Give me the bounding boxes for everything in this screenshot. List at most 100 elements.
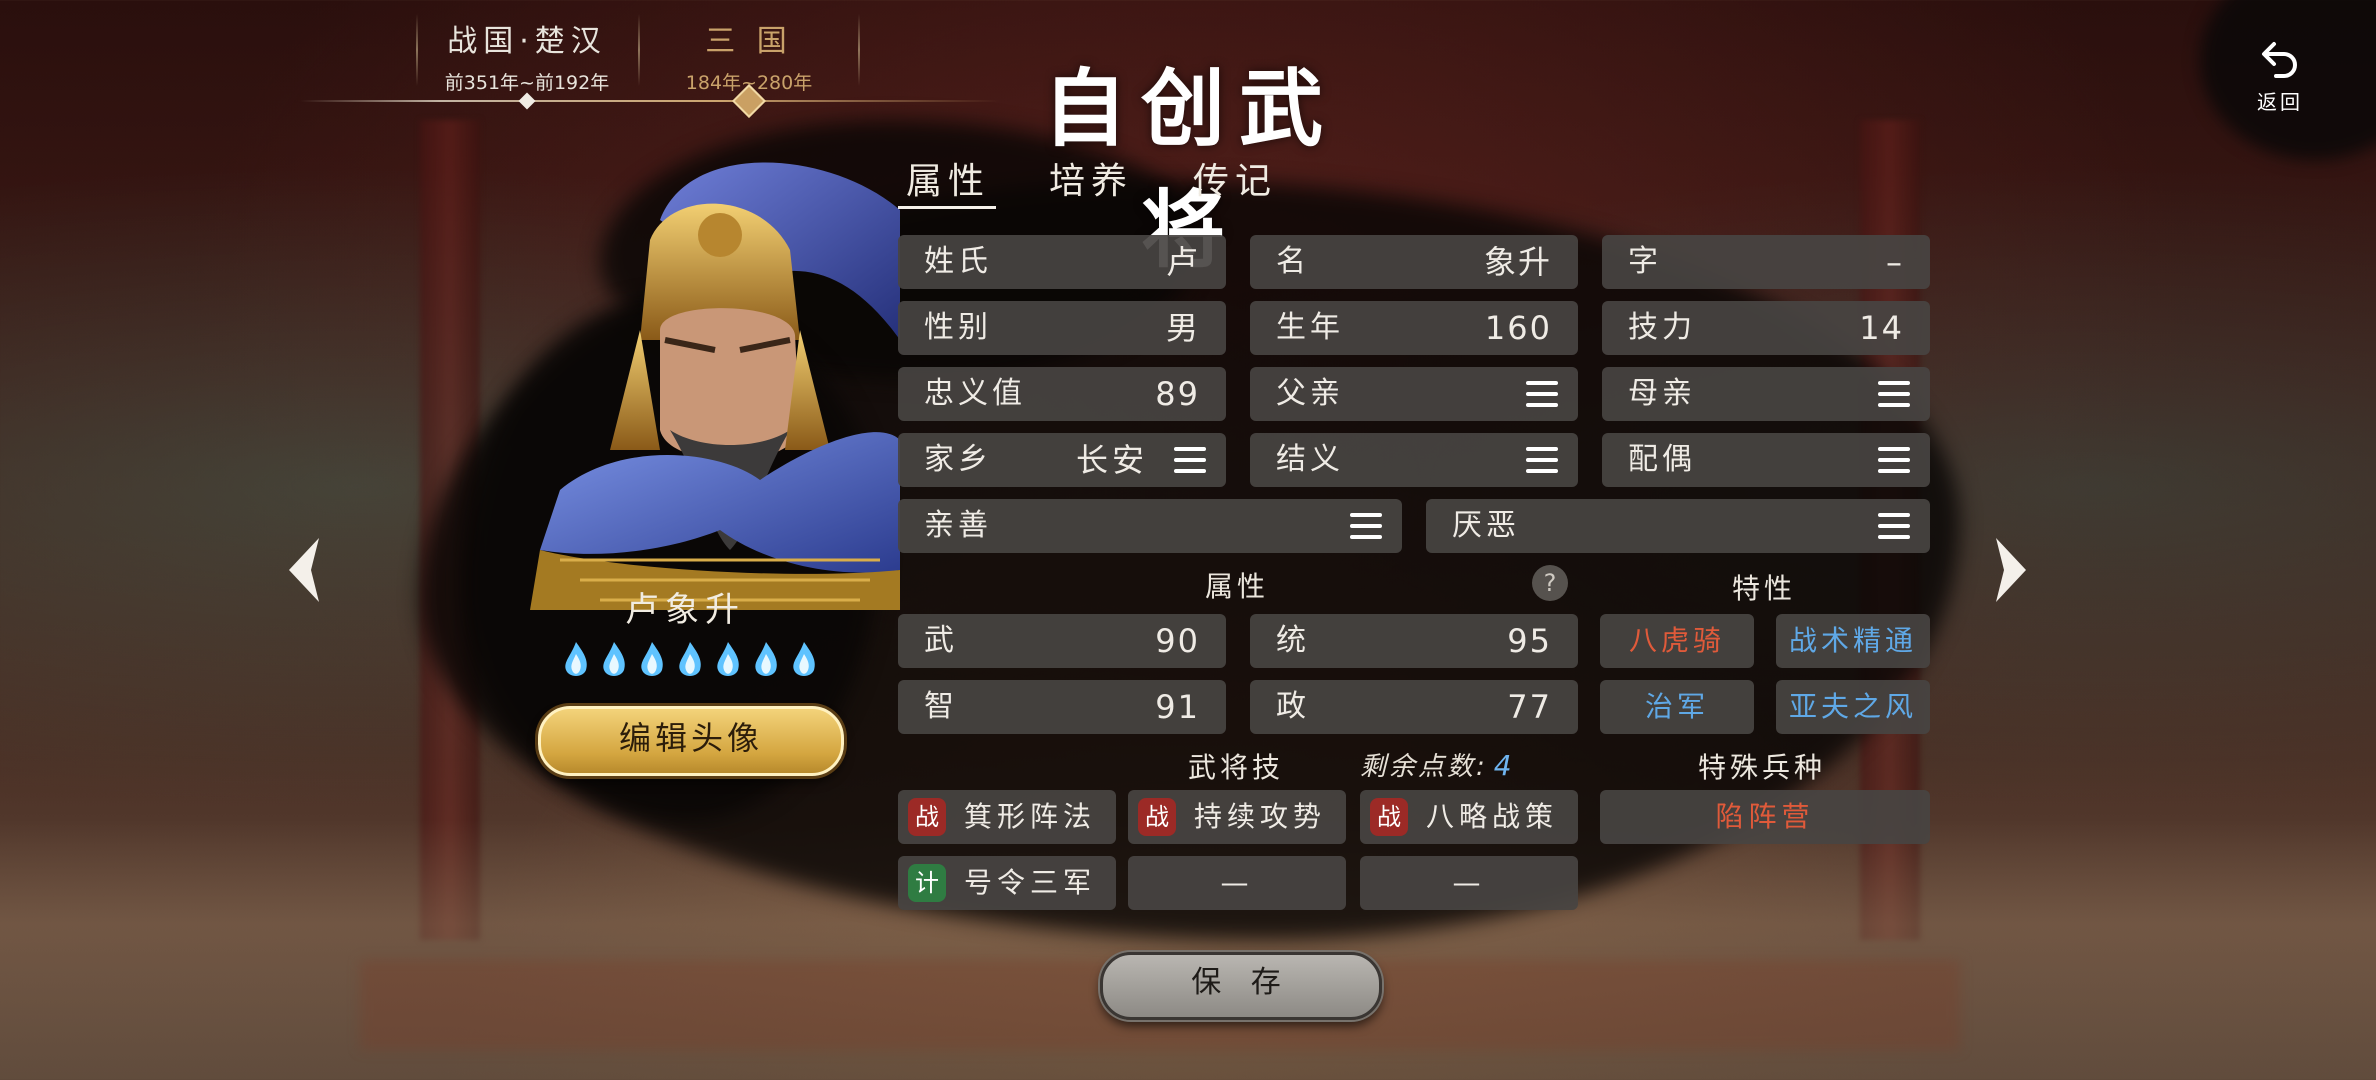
era-timeline (300, 100, 1000, 102)
birth-year-field[interactable]: 生年 160 (1250, 301, 1578, 355)
skill-power-field[interactable]: 技力 14 (1602, 301, 1930, 355)
tab-biography[interactable]: 传记 (1193, 152, 1277, 204)
field-label: 技力 (1628, 310, 1696, 345)
field-label: 武 (924, 623, 958, 658)
sworn-sibling-field[interactable]: 结义 (1250, 433, 1578, 487)
tab-attributes[interactable]: 属性 (906, 152, 990, 204)
empty-skill-slot[interactable]: — (1128, 856, 1346, 910)
era-marker-icon (518, 92, 536, 110)
menu-icon[interactable] (1878, 513, 1910, 539)
field-label: 名 (1276, 244, 1310, 279)
trait-chip[interactable]: 战术精通 (1776, 614, 1930, 668)
menu-icon[interactable] (1878, 381, 1910, 407)
field-label: 父亲 (1276, 376, 1344, 411)
skill-type-badge: 战 (908, 798, 946, 836)
menu-icon[interactable] (1526, 381, 1558, 407)
back-arrow-icon (2262, 42, 2297, 78)
surname-field[interactable]: 姓氏 卢 (898, 235, 1226, 289)
skill-name: 箕形阵法 (964, 800, 1097, 833)
flame-icon (679, 642, 701, 676)
field-label: 家乡 (924, 442, 992, 477)
star-flames (555, 640, 825, 684)
field-label: 厌恶 (1452, 508, 1520, 543)
next-arrow-icon[interactable] (1980, 530, 2040, 610)
menu-icon[interactable] (1878, 447, 1910, 473)
intelligence-stat-field[interactable]: 智 91 (898, 680, 1226, 734)
field-value: 男 (1165, 309, 1200, 347)
era-range: 前351年~前192年 (444, 72, 610, 94)
skill-name: 八略战策 (1426, 800, 1559, 833)
menu-icon[interactable] (1526, 447, 1558, 473)
skill-slot[interactable]: 计 号令三军 (898, 856, 1116, 910)
likes-field[interactable]: 亲善 (898, 499, 1402, 553)
spouse-field[interactable]: 配偶 (1602, 433, 1930, 487)
skills-heading: 武将技 (1188, 751, 1285, 784)
help-icon[interactable]: ? (1532, 565, 1568, 601)
field-label: 字 (1628, 244, 1662, 279)
traits-heading: 特性 (1732, 572, 1797, 605)
field-label: 统 (1276, 623, 1310, 658)
skill-type-badge: 战 (1138, 798, 1176, 836)
hometown-field[interactable]: 家乡 长安 (898, 433, 1226, 487)
war-stat-field[interactable]: 武 90 (898, 614, 1226, 668)
field-value: – (1886, 243, 1904, 281)
back-button[interactable]: 返回 (2240, 40, 2320, 120)
flame-icon (755, 642, 777, 676)
menu-icon[interactable] (1174, 447, 1206, 473)
field-label: 姓氏 (924, 244, 992, 279)
remaining-points-value: 4 (1493, 749, 1515, 782)
field-label: 性别 (924, 310, 992, 345)
remaining-points-label: 剩余点数: (1360, 752, 1488, 782)
field-value: 160 (1484, 309, 1552, 347)
field-value: 卢 (1165, 243, 1200, 281)
save-button[interactable]: 保 存 (1100, 952, 1382, 1020)
field-label: 智 (924, 689, 958, 724)
era-divider (416, 14, 418, 86)
leadership-stat-field[interactable]: 统 95 (1250, 614, 1578, 668)
politics-stat-field[interactable]: 政 77 (1250, 680, 1578, 734)
skill-slot[interactable]: 战 八略战策 (1360, 790, 1578, 844)
hero-name: 卢象升 (625, 590, 745, 630)
field-value: 89 (1155, 375, 1200, 413)
era-tab-three-kingdoms[interactable]: 三 国 184年~280年 (642, 12, 856, 94)
edit-avatar-button[interactable]: 编辑头像 (538, 706, 844, 776)
field-label: 亲善 (924, 508, 992, 543)
field-value: 象升 (1483, 243, 1552, 281)
tab-training[interactable]: 培养 (1049, 152, 1133, 204)
era-divider (638, 14, 640, 86)
dislikes-field[interactable]: 厌恶 (1426, 499, 1930, 553)
field-label: 政 (1276, 689, 1310, 724)
trait-chip[interactable]: 亚夫之风 (1776, 680, 1930, 734)
skill-type-badge: 战 (1370, 798, 1408, 836)
courtesy-name-field[interactable]: 字 – (1602, 235, 1930, 289)
skill-type-badge: 计 (908, 864, 946, 902)
field-label: 母亲 (1628, 376, 1696, 411)
field-label: 忠义值 (924, 376, 1026, 411)
menu-icon[interactable] (1350, 513, 1382, 539)
given-name-field[interactable]: 名 象升 (1250, 235, 1578, 289)
loyalty-field[interactable]: 忠义值 89 (898, 367, 1226, 421)
mother-field[interactable]: 母亲 (1602, 367, 1930, 421)
remaining-points: 剩余点数: 4 (1360, 746, 1515, 783)
skill-slot[interactable]: 战 箕形阵法 (898, 790, 1116, 844)
special-unit-field[interactable]: 陷阵营 (1600, 790, 1930, 844)
skill-slot[interactable]: 战 持续攻势 (1128, 790, 1346, 844)
empty-skill-slot[interactable]: — (1360, 856, 1578, 910)
trait-chip[interactable]: 治军 (1600, 680, 1754, 734)
father-field[interactable]: 父亲 (1250, 367, 1578, 421)
skill-name: 持续攻势 (1194, 800, 1327, 833)
prev-arrow-icon[interactable] (275, 530, 335, 610)
gender-field[interactable]: 性别 男 (898, 301, 1226, 355)
era-name: 三 国 (705, 24, 793, 59)
active-tab-indicator (898, 206, 996, 209)
field-value: 90 (1155, 622, 1200, 660)
field-value: 14 (1859, 309, 1904, 347)
hero-portrait (530, 162, 900, 610)
flame-icon (565, 642, 587, 676)
trait-chip[interactable]: 八虎骑 (1600, 614, 1754, 668)
era-tab-warring-states[interactable]: 战国·楚汉 前351年~前192年 (420, 12, 634, 94)
field-value: 95 (1507, 622, 1552, 660)
field-value: 长安 (1075, 441, 1148, 479)
era-divider (858, 14, 860, 86)
flame-icon (717, 642, 739, 676)
